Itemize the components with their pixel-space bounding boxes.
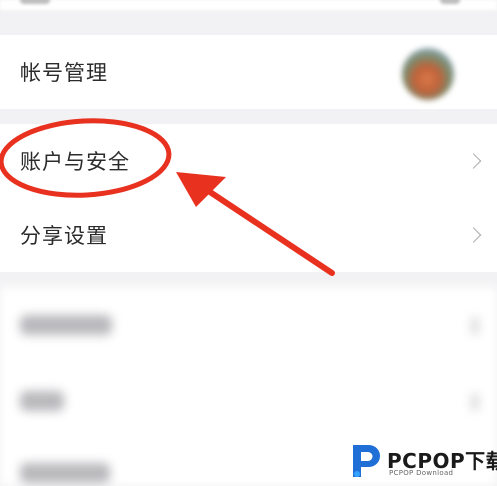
pcpop-logo-icon	[353, 445, 380, 477]
share-settings-label: 分享设置	[20, 224, 108, 248]
account-management-row[interactable]: 帐号管理	[0, 35, 497, 109]
chevron-right-icon	[465, 227, 482, 243]
watermark: PCPOP下载 PCPOP Download	[349, 442, 497, 482]
blurred-top-row	[0, 0, 497, 10]
blurred-text	[20, 391, 64, 411]
account-card: 帐号管理	[0, 35, 497, 109]
account-security-row[interactable]: 账户与安全	[0, 124, 497, 198]
watermark-subtitle: PCPOP Download	[389, 469, 454, 477]
blurred-chevron	[440, 0, 460, 4]
account-security-label: 账户与安全	[20, 150, 130, 174]
user-avatar[interactable]	[402, 48, 454, 100]
account-management-label: 帐号管理	[20, 61, 108, 85]
blurred-text	[20, 463, 110, 483]
blurred-chevron	[471, 393, 479, 411]
settings-card: 账户与安全 分享设置	[0, 124, 497, 272]
blurred-chevron	[471, 317, 479, 335]
blurred-text	[20, 315, 112, 335]
share-settings-row[interactable]: 分享设置	[0, 198, 497, 272]
blurred-text	[20, 0, 50, 4]
settings-page: 帐号管理 账户与安全 分享设置 PCPOP下载 PCPOP Download	[0, 0, 497, 486]
chevron-right-icon	[465, 153, 482, 169]
